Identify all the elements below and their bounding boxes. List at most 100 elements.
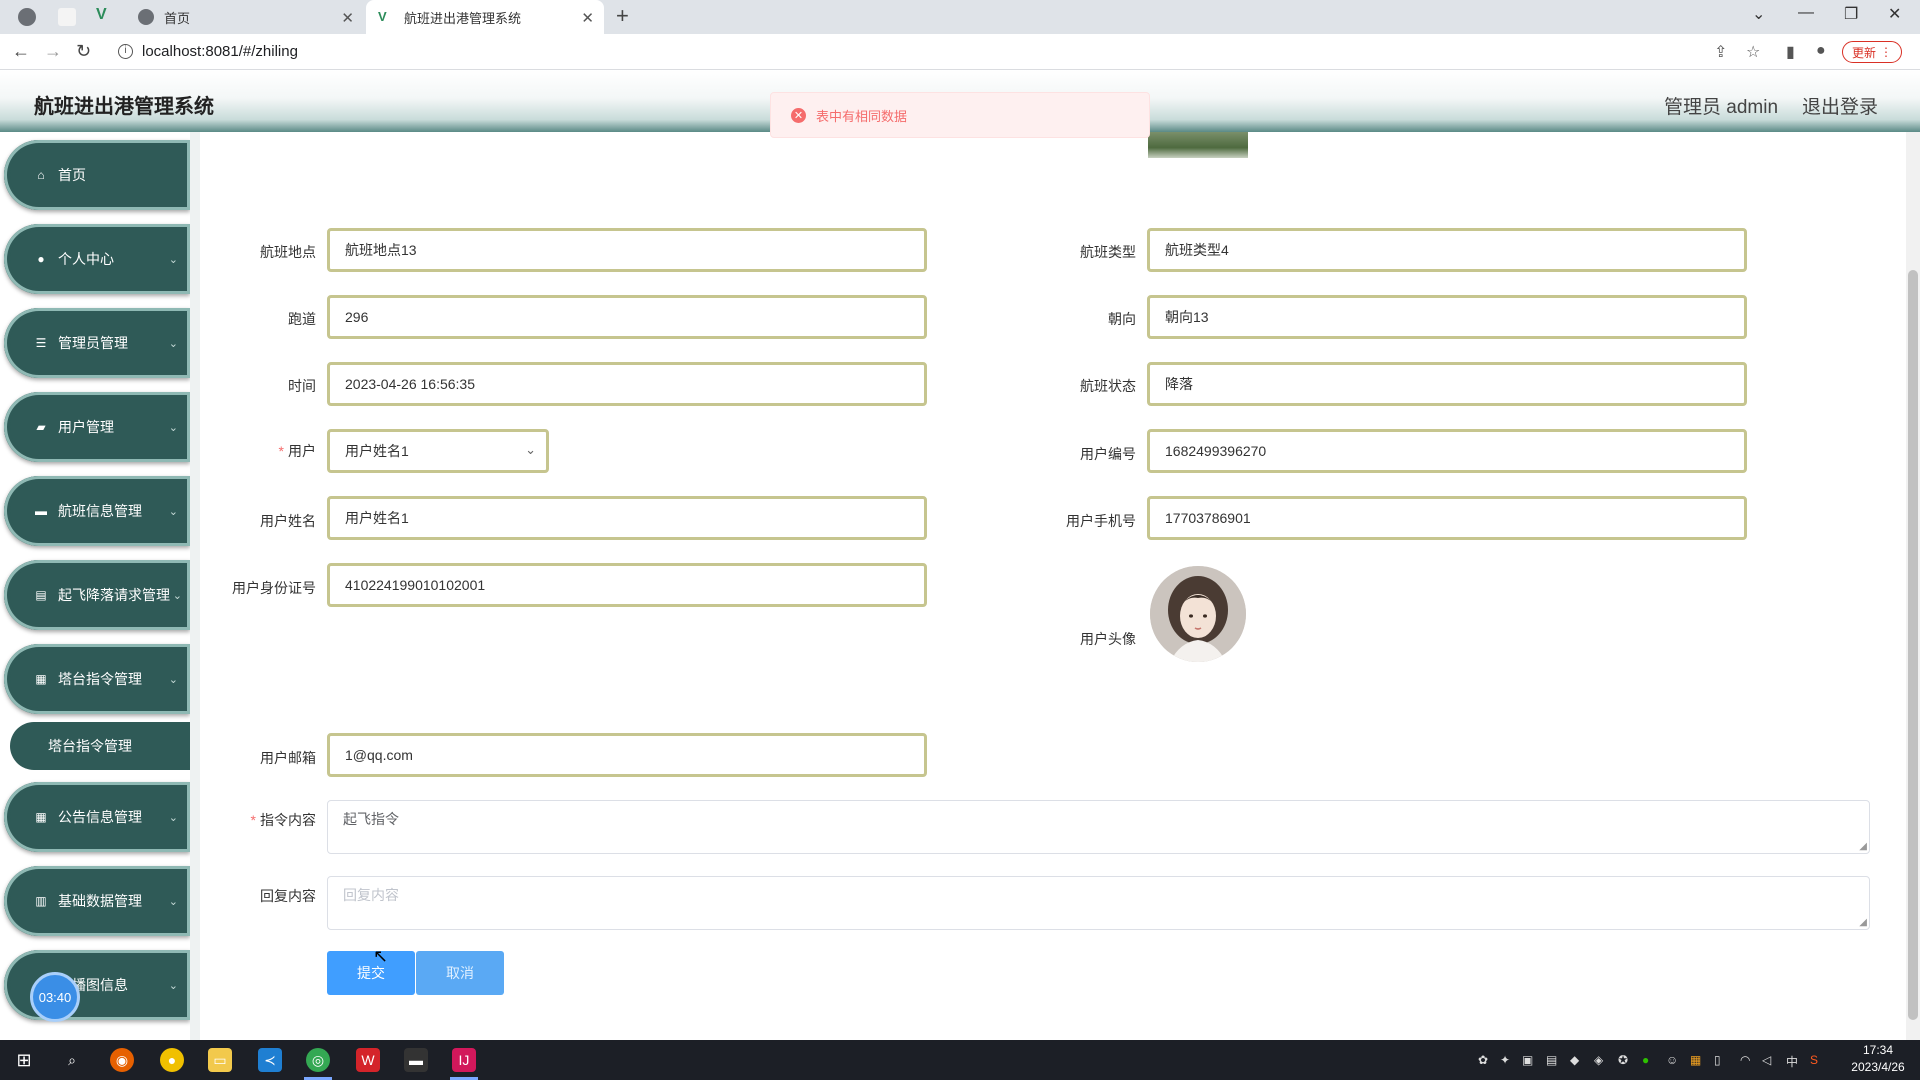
resize-handle-icon[interactable]: ◢ <box>1859 841 1867 852</box>
pinned-tab-icon[interactable] <box>58 8 76 26</box>
user-label: * 用户 <box>196 441 316 461</box>
wps-icon[interactable]: W <box>356 1048 380 1072</box>
reload-icon[interactable]: ↻ <box>76 41 91 62</box>
bookmark-star-icon[interactable]: ☆ <box>1746 42 1760 62</box>
command-text: 起飞指令 <box>343 811 399 827</box>
user-idcard-field[interactable]: 410224199010102001 <box>327 563 927 607</box>
search-icon[interactable]: ⌕ <box>60 1048 84 1072</box>
sidebar-item-label: 管理员管理 <box>58 335 128 351</box>
resize-handle-icon[interactable]: ◢ <box>1859 917 1867 928</box>
tray-icon[interactable]: ✿ <box>1478 1053 1488 1067</box>
vscode-icon[interactable]: ≺ <box>258 1048 282 1072</box>
ime-indicator[interactable]: 中 <box>1786 1053 1798 1070</box>
tray-icon[interactable]: ◆ <box>1570 1053 1579 1067</box>
flight-type-field[interactable]: 航班类型4 <box>1147 228 1747 272</box>
url-field[interactable]: localhost:8081/#/zhiling <box>142 43 298 60</box>
user-avatar-image[interactable] <box>1150 566 1246 662</box>
tray-icon[interactable]: ▤ <box>1546 1053 1557 1067</box>
pinned-tab-icon[interactable] <box>18 8 36 26</box>
share-icon[interactable]: ⇪ <box>1714 42 1727 62</box>
chevron-down-icon: ⌄ <box>168 421 178 434</box>
volume-icon[interactable]: ◁ <box>1762 1053 1771 1067</box>
sidebar-item-announcement[interactable]: ▦ 公告信息管理 ⌄ <box>4 782 190 852</box>
tray-icon[interactable]: ▦ <box>1690 1053 1701 1067</box>
vue-tab-icon[interactable]: V <box>96 6 114 24</box>
taskbar: ⊞ ⌕ ◉ ● ▭ ≺ ◎ W ▬ IJ <box>0 1040 1920 1080</box>
flight-status-field[interactable]: 降落 <box>1147 362 1747 406</box>
user-id-label: 用户编号 <box>1080 446 1136 462</box>
sidebar-item-user-management[interactable]: ▰ 用户管理 ⌄ <box>4 392 190 462</box>
sidebar-item-tower-command[interactable]: ▦ 塔台指令管理 ⌄ <box>4 644 190 714</box>
minimize-button[interactable]: — <box>1798 4 1814 22</box>
list-icon: ☰ <box>35 336 47 350</box>
profile-icon[interactable]: ● <box>1816 42 1826 60</box>
app-icon[interactable]: ● <box>160 1048 184 1072</box>
grid-icon: ▦ <box>35 672 47 686</box>
terminal-icon[interactable]: ▬ <box>404 1048 428 1072</box>
close-tab-icon[interactable]: ✕ <box>581 9 594 27</box>
tab-label: 航班进出港管理系统 <box>404 10 522 26</box>
chart-icon: ▥ <box>35 894 47 908</box>
sidebar-item-takeoff-landing[interactable]: ▤ 起飞降落请求管理 ⌄ <box>4 560 190 630</box>
clock-time: 17:34 <box>1862 1043 1894 1057</box>
chevron-down-icon: ⌄ <box>168 673 178 686</box>
firefox-icon[interactable]: ◉ <box>110 1048 134 1072</box>
tray-icon[interactable]: ◈ <box>1594 1053 1603 1067</box>
wechat-icon[interactable]: ● <box>1642 1053 1649 1067</box>
submenu-tower-command[interactable]: 塔台指令管理 <box>10 722 190 770</box>
forward-icon[interactable]: → <box>44 41 62 62</box>
tab-search-icon[interactable]: ⌄ <box>1752 4 1765 24</box>
sidebar-item-admin-management[interactable]: ☰ 管理员管理 ⌄ <box>4 308 190 378</box>
site-info-icon[interactable]: i <box>118 44 133 59</box>
sidebar-item-home[interactable]: ⌂ 首页 <box>4 140 190 210</box>
time-field[interactable]: 2023-04-26 16:56:35 <box>327 362 927 406</box>
user-phone-label: 用户手机号 <box>1066 513 1136 529</box>
tray-icon[interactable]: ▣ <box>1522 1053 1533 1067</box>
usb-icon[interactable]: ▯ <box>1714 1053 1721 1067</box>
flight-location-field[interactable]: 航班地点13 <box>327 228 927 272</box>
tray-icon[interactable]: ✪ <box>1618 1053 1628 1067</box>
file-explorer-icon[interactable]: ▭ <box>208 1048 232 1072</box>
user-id-field[interactable]: 1682499396270 <box>1147 429 1747 473</box>
reply-textarea[interactable]: 回复内容 ◢ <box>327 876 1870 930</box>
sidebar-item-flight-info[interactable]: ▬ 航班信息管理 ⌄ <box>4 476 190 546</box>
restore-button[interactable]: ❐ <box>1844 4 1858 24</box>
user-select[interactable]: 用户姓名1 ⌄ <box>327 429 549 473</box>
user-phone-field[interactable]: 17703786901 <box>1147 496 1747 540</box>
tab-label: 首页 <box>164 10 191 26</box>
wifi-icon[interactable]: ◠ <box>1740 1053 1750 1067</box>
sidebar-item-personal-center[interactable]: ● 个人中心 ⌄ <box>4 224 190 294</box>
sidebar-item-label: 起飞降落请求管理 <box>58 587 170 603</box>
chrome-icon[interactable]: ◎ <box>306 1048 330 1072</box>
update-button[interactable]: 更新 ⋮ <box>1842 41 1902 63</box>
command-textarea[interactable]: 起飞指令 ◢ <box>327 800 1870 854</box>
time-label: 时间 <box>288 378 316 394</box>
windows-start-icon[interactable]: ⊞ <box>12 1048 36 1072</box>
sogou-icon[interactable]: S <box>1810 1053 1818 1067</box>
intellij-icon[interactable]: IJ <box>452 1048 476 1072</box>
sidebar-item-base-data[interactable]: ▥ 基础数据管理 ⌄ <box>4 866 190 936</box>
cancel-button[interactable]: 取消 <box>416 951 504 995</box>
logout-link[interactable]: 退出登录 <box>1802 92 1878 119</box>
tray-icon[interactable]: ✦ <box>1500 1053 1510 1067</box>
sidebar-item-label: 公告信息管理 <box>58 809 142 825</box>
scrollbar-thumb[interactable] <box>1908 270 1918 1020</box>
direction-field[interactable]: 朝向13 <box>1147 295 1747 339</box>
close-window-button[interactable]: ✕ <box>1888 4 1901 24</box>
submit-button[interactable]: 提交 <box>327 951 415 995</box>
tab-flight-system[interactable]: V 航班进出港管理系统 ✕ <box>366 0 604 34</box>
tab-home[interactable]: 首页 ✕ <box>128 0 364 34</box>
close-tab-icon[interactable]: ✕ <box>341 9 354 27</box>
clock-date: 2023/4/26 <box>1851 1060 1905 1074</box>
chevron-down-icon: ⌄ <box>172 589 182 602</box>
system-clock[interactable]: 17:34 2023/4/26 <box>1838 1042 1918 1076</box>
user-name-field[interactable]: 用户姓名1 <box>327 496 927 540</box>
runway-field[interactable]: 296 <box>327 295 927 339</box>
side-panel-icon[interactable]: ▮ <box>1786 42 1795 62</box>
new-tab-button[interactable]: + <box>616 3 629 29</box>
user-select-value: 用户姓名1 <box>345 443 409 459</box>
user-email-field[interactable]: 1@qq.com <box>327 733 927 777</box>
back-icon[interactable]: ← <box>12 41 30 62</box>
timer-badge[interactable]: 03:40 <box>30 972 80 1022</box>
qq-icon[interactable]: ☺ <box>1666 1053 1678 1067</box>
